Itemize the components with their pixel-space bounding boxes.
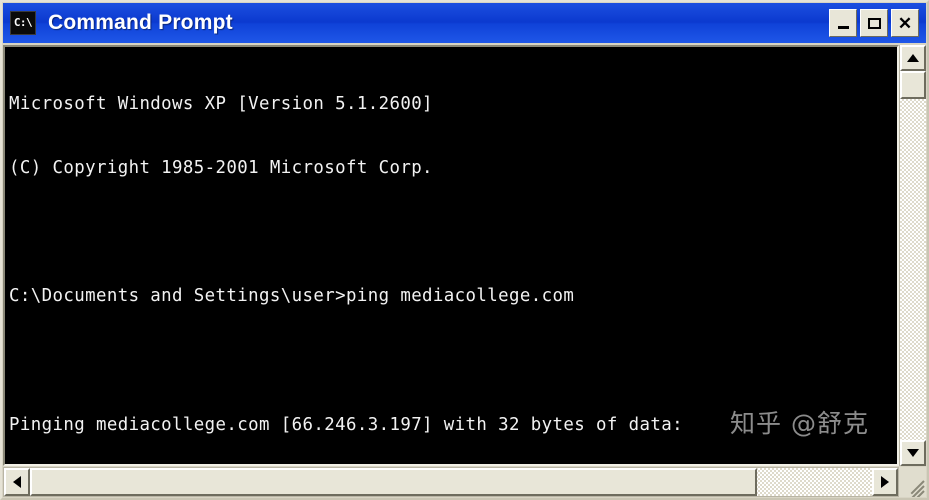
- command-prompt-icon: C:\: [10, 11, 36, 35]
- minimize-icon: [837, 26, 849, 29]
- window-controls: ✕: [829, 9, 922, 37]
- console-row: Microsoft Windows XP [Version 5.1.2600] …: [3, 45, 926, 466]
- vertical-scrollbar[interactable]: [899, 45, 926, 466]
- vertical-scroll-track[interactable]: [900, 99, 926, 440]
- scroll-down-button[interactable]: [900, 440, 926, 466]
- console-line-pinging: Pinging mediacollege.com [66.246.3.197] …: [9, 414, 683, 435]
- minimize-button[interactable]: [829, 9, 857, 37]
- client-area: Microsoft Windows XP [Version 5.1.2600] …: [3, 45, 926, 497]
- title-bar[interactable]: C:\ Command Prompt ✕: [3, 3, 926, 43]
- triangle-up-icon: [907, 54, 919, 62]
- triangle-right-icon: [881, 476, 889, 488]
- console-line: (C) Copyright 1985-2001 Microsoft Corp.: [9, 158, 433, 179]
- horizontal-scrollbar-row: [3, 467, 926, 497]
- maximize-icon: [867, 17, 881, 29]
- console-line: Microsoft Windows XP [Version 5.1.2600]: [9, 93, 433, 114]
- scroll-left-button[interactable]: [4, 468, 30, 496]
- maximize-button[interactable]: [860, 9, 888, 37]
- triangle-left-icon: [13, 476, 21, 488]
- resize-grip[interactable]: [899, 467, 926, 497]
- close-icon: ✕: [897, 13, 913, 33]
- console-line-command: C:\Documents and Settings\user>ping medi…: [9, 286, 575, 307]
- close-button[interactable]: ✕: [891, 9, 919, 37]
- console-output[interactable]: Microsoft Windows XP [Version 5.1.2600] …: [5, 47, 897, 464]
- scroll-up-button[interactable]: [900, 45, 926, 71]
- command-prompt-window: C:\ Command Prompt ✕ Microsoft Windows X…: [0, 0, 929, 500]
- console-frame: Microsoft Windows XP [Version 5.1.2600] …: [3, 45, 899, 466]
- vertical-scroll-thumb[interactable]: [900, 71, 926, 99]
- window-title: Command Prompt: [48, 11, 233, 34]
- scroll-right-button[interactable]: [872, 468, 898, 496]
- triangle-down-icon: [907, 449, 919, 457]
- horizontal-scroll-thumb[interactable]: [30, 468, 757, 496]
- horizontal-scrollbar[interactable]: [3, 467, 899, 497]
- horizontal-scroll-track[interactable]: [757, 468, 872, 496]
